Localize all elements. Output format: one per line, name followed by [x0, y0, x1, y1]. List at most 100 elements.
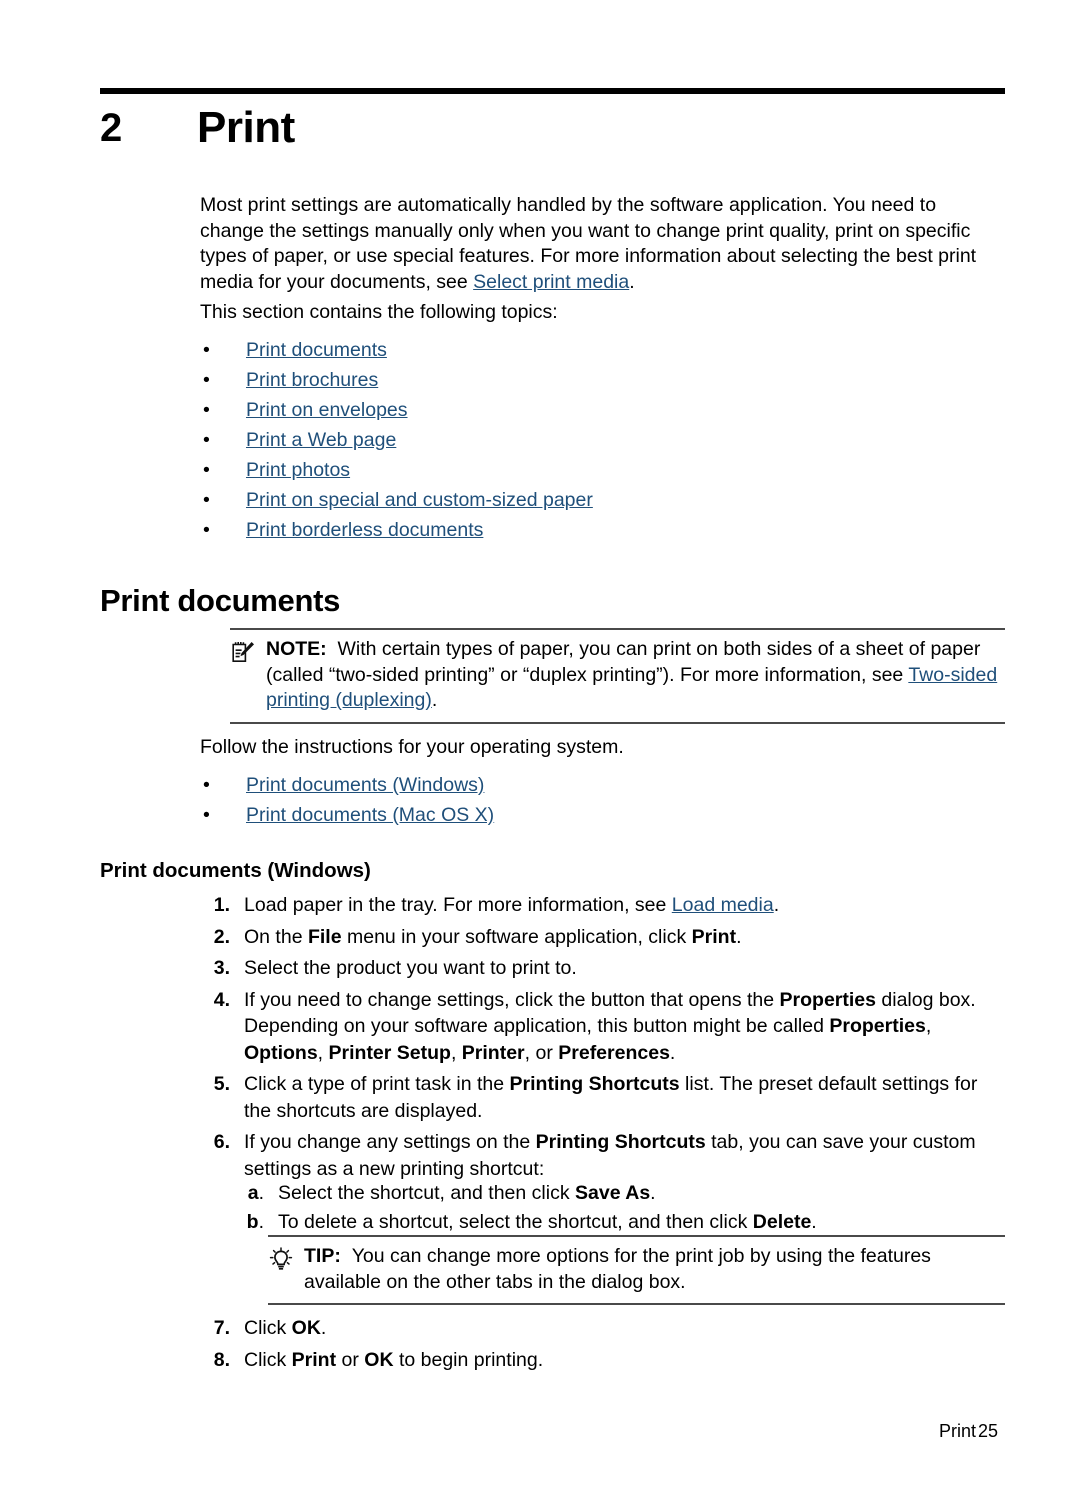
topic-link-5[interactable]: Print on special and custom-sized paper [246, 489, 593, 511]
step-text: Select the product you want to print to. [244, 957, 577, 979]
tip-label: TIP: [304, 1245, 341, 1267]
list-item: • Print on special and custom-sized paper [200, 485, 1005, 515]
follow-paragraph: Follow the instructions for your operati… [200, 736, 624, 758]
bullet-marker: • [203, 429, 210, 451]
step-body: If you need to change settings, click th… [244, 989, 976, 1064]
bullet-marker: • [203, 369, 210, 391]
emphasis-term: Properties [779, 988, 876, 1011]
chapter-title: Print [197, 103, 295, 152]
tip-bottom-rule [268, 1303, 1005, 1305]
section-heading-print-documents: Print documents [100, 583, 341, 618]
list-item: • Print documents (Mac OS X) [200, 800, 1005, 830]
procedure-step: 7. Click OK. [200, 1315, 1005, 1342]
step-text: . [320, 1317, 327, 1339]
topic-link-0[interactable]: Print documents [246, 339, 387, 361]
os-link-0[interactable]: Print documents (Windows) [246, 774, 484, 796]
step-text: If you need to change settings, click th… [244, 988, 780, 1011]
step-number: 8. [213, 1348, 230, 1371]
light-bulb-icon [268, 1246, 294, 1272]
follow-paragraph-wrap: Follow the instructions for your operati… [200, 735, 1005, 761]
emphasis-term: Delete [752, 1211, 812, 1233]
note-label: NOTE: [266, 638, 327, 660]
step-text: Select the shortcut, and then click [278, 1182, 575, 1204]
windows-steps-wrap: 1. Load paper in the tray. For more infor… [200, 892, 1005, 1187]
bullet-marker: • [203, 459, 210, 481]
emphasis-term: Print [291, 1348, 337, 1371]
step-text: Click a type of print task in the [244, 1073, 510, 1095]
step-body: Click a type of print task in the Printi… [244, 1073, 977, 1122]
footer-chapter-label: Print [938, 1421, 976, 1441]
substep-body: Select the shortcut, and then click Save… [278, 1182, 656, 1204]
tip-body: TIP: You can change more options for the… [268, 1237, 1005, 1303]
procedure-substep: b. To delete a shortcut, select the short… [238, 1208, 1005, 1237]
emphasis-term: Printer Setup [328, 1041, 451, 1064]
windows-steps-tail-wrap: 7. Click OK. 8. Click Print or OK to begin … [200, 1315, 1005, 1378]
procedure-step: 3. Select the product you want to print t… [200, 955, 1005, 982]
topic-link-1[interactable]: Print brochures [246, 369, 378, 391]
emphasis-term: Options [244, 1041, 318, 1064]
step-number: 4. [213, 988, 230, 1011]
chapter-number: 2 [100, 106, 122, 150]
step-body: Click Print or OK to begin printing. [244, 1349, 543, 1371]
link-select-print-media[interactable]: Select print media [473, 271, 629, 293]
topics-list: • Print documents • Print brochures • Print o… [200, 335, 1005, 545]
step-text: If you change any settings on the [244, 1131, 536, 1153]
topic-link-4[interactable]: Print photos [246, 459, 350, 481]
doc-link[interactable]: Load media [672, 894, 774, 916]
step-text: , or [524, 1041, 559, 1064]
chapter-heading: 2 Print [100, 100, 1005, 162]
topic-link-3[interactable]: Print a Web page [246, 429, 396, 451]
step-text: or [336, 1348, 365, 1371]
page-footer: Print 25 [0, 1418, 1080, 1444]
list-item: • Print photos [200, 455, 1005, 485]
emphasis-term: File [307, 925, 342, 948]
document-page: 2 Print Most print settings are automati… [0, 0, 1080, 1495]
emphasis-term: Preferences [558, 1041, 670, 1064]
bullet-marker: • [203, 804, 210, 826]
list-item: • Print documents (Windows) [200, 770, 1005, 800]
bullet-marker: • [203, 519, 210, 541]
step-text: . [773, 894, 780, 916]
bullet-marker: • [203, 774, 210, 796]
emphasis-term: Printing Shortcuts [535, 1131, 706, 1153]
list-item: • Print a Web page [200, 425, 1005, 455]
step-number: 1. [213, 894, 230, 916]
substep-body: To delete a shortcut, select the shortcu… [278, 1211, 817, 1233]
intro-paragraph-2: This section contains the following topi… [200, 301, 558, 323]
footer-page-number: 25 [978, 1421, 999, 1441]
emphasis-term: OK [291, 1317, 321, 1339]
emphasis-term: Properties [829, 1015, 926, 1037]
list-item: • Print documents [200, 335, 1005, 365]
step-body: Select the product you want to print to. [244, 957, 577, 979]
topic-link-2[interactable]: Print on envelopes [246, 399, 408, 421]
step-number: 3. [213, 957, 230, 979]
step-body: Load paper in the tray. For more informa… [244, 894, 779, 916]
procedure-step: 4. If you need to change settings, click … [200, 987, 1005, 1067]
step-body: Click OK. [244, 1317, 326, 1339]
intro-paragraph-2-wrap: This section contains the following topi… [200, 300, 1005, 326]
procedure-step: 1. Load paper in the tray. For more infor… [200, 892, 1005, 919]
step-text: menu in your software application, click [341, 925, 692, 948]
topic-link-6[interactable]: Print borderless documents [246, 519, 483, 541]
step-text: Load paper in the tray. For more informa… [244, 894, 672, 916]
note-body: NOTE: With certain types of paper, you c… [230, 630, 1005, 722]
note-bottom-rule [230, 721, 1005, 724]
topics-list-wrap: • Print documents • Print brochures • Print o… [200, 335, 1005, 545]
windows-substeps-list: a. Select the shortcut, and then click Sa… [238, 1179, 1005, 1237]
subheading-print-documents-windows: Print documents (Windows) [100, 859, 371, 882]
intro-text-b: . [629, 270, 635, 293]
step-text: . [811, 1211, 817, 1233]
step-number: 7. [213, 1317, 230, 1339]
os-link-1[interactable]: Print documents (Mac OS X) [246, 804, 494, 826]
emphasis-term: Printing Shortcuts [509, 1073, 680, 1095]
bullet-marker: • [203, 339, 210, 361]
substep-letter: b. [246, 1211, 264, 1233]
follow-list-wrap: • Print documents (Windows) • Print documen… [200, 770, 1005, 830]
step-text: to begin printing. [393, 1348, 544, 1371]
follow-list: • Print documents (Windows) • Print documen… [200, 770, 1005, 830]
intro-paragraph-1-wrap: Most print settings are automatically ha… [200, 193, 1005, 295]
step-body: On the File menu in your software applic… [244, 926, 741, 948]
list-item: • Print brochures [200, 365, 1005, 395]
note-admonition: NOTE: With certain types of paper, you c… [230, 628, 1005, 724]
step-body: If you change any settings on the Printi… [244, 1131, 976, 1180]
